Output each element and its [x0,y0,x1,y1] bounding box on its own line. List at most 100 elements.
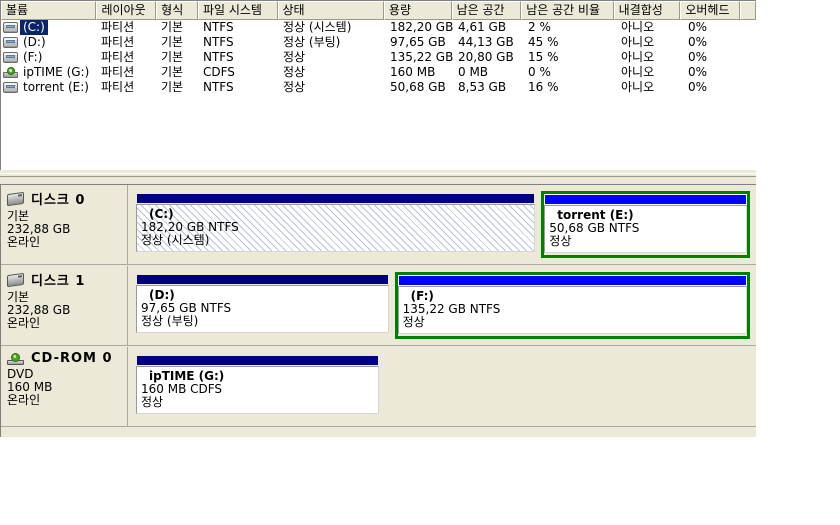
disk-row[interactable]: 디스크 0 기본 232,88 GB 온라인 (C:) 182,20 GB NTFS 정상 … [1,185,756,265]
cell-type: 기본 [161,80,184,94]
partition-details: (D:) 97,65 GB NTFS 정상 (부팅) [136,285,389,333]
cell-volume: torrent (E:) [1,80,97,95]
partition-status: 정상 [141,395,164,409]
cell-overhead: 0% [688,65,708,79]
volume-name: ipTIME (G:) [23,65,90,79]
hdd-icon [3,82,18,93]
column-header-남은 공간 비율[interactable]: 남은 공간 비율 [521,1,614,20]
disk-info[interactable]: CD-ROM 0 DVD 160 MB 온라인 [1,347,128,426]
cell-type: 기본 [161,65,184,79]
cell-overhead: 0% [688,50,708,64]
cell-free: 44,13 GB [458,35,514,49]
disk-row[interactable]: 디스크 1 기본 232,88 GB 온라인 (D:) 97,65 GB NTFS 정상 (… [1,266,756,346]
cell-volume: (D:) [1,35,97,50]
cdrom-drive-icon [7,352,24,365]
cell-fs: NTFS [203,20,234,34]
unallocated-space [385,353,750,420]
table-row[interactable]: torrent (E:) 파티션 기본 NTFS 정상 50,68 GB 8,53 GB 16… [1,80,756,95]
cell-free: 0 MB [458,65,489,79]
partition-details: (C:) 182,20 GB NTFS 정상 (시스템) [136,204,536,252]
cell-status: 정상 (시스템) [283,20,352,34]
column-header-용량[interactable]: 용량 [383,1,452,20]
cell-fs: CDFS [203,65,235,79]
table-row[interactable]: ipTIME (G:) 파티션 기본 CDFS 정상 160 MB 0 MB 0 % 아니오 0% [1,65,756,80]
table-row[interactable]: (D:) 파티션 기본 NTFS 정상 (부팅) 97,65 GB 44,13 GB 45 %… [1,35,756,50]
table-row[interactable]: (C:) 파티션 기본 NTFS 정상 (시스템) 182,20 GB 4,61 GB 2 %… [1,20,756,35]
disk-icon [7,191,24,206]
pane-splitter[interactable] [0,170,756,184]
partition-status: 정상 (부팅) [141,314,199,328]
partition-label: (C:) [149,207,174,221]
cell-fault_tolerance: 아니오 [621,65,655,79]
partition-color-bar [136,274,389,285]
cell-free_pct: 45 % [528,35,559,49]
partition-color-bar [136,193,536,204]
disk-info[interactable]: 디스크 0 기본 232,88 GB 온라인 [1,185,128,264]
cell-capacity: 97,65 GB [390,35,446,49]
cell-free_pct: 16 % [528,80,559,94]
cell-layout: 파티션 [101,50,135,64]
cdrom-icon [3,67,18,78]
cell-capacity: 160 MB [390,65,436,79]
column-header-blank[interactable] [740,1,756,20]
column-header-상태[interactable]: 상태 [277,1,384,20]
partition-size: 135,22 GB NTFS [402,302,501,316]
cell-capacity: 50,68 GB [390,80,446,94]
disk-partitions: (C:) 182,20 GB NTFS 정상 (시스템) torrent (E:) 50… [128,185,756,264]
partition-block[interactable]: (D:) 97,65 GB NTFS 정상 (부팅) [134,272,391,339]
column-header-오버헤드[interactable]: 오버헤드 [680,1,741,20]
volume-list-pane[interactable]: 볼륨 레이아웃 형식 파일 시스템 상태 용량 남은 공간 남은 공간 비율 내결합성 오버헤드 … [0,0,756,170]
disk-row[interactable]: CD-ROM 0 DVD 160 MB 온라인 ipTIME (G:) 160 MB CD… [1,347,756,427]
cell-fault_tolerance: 아니오 [621,50,655,64]
disk-state: 온라인 [7,235,41,249]
cell-layout: 파티션 [101,80,135,94]
cell-volume: ipTIME (G:) [1,65,97,80]
cell-capacity: 135,22 GB [390,50,454,64]
partition-block[interactable]: (C:) 182,20 GB NTFS 정상 (시스템) [134,191,538,258]
partition-block[interactable]: ipTIME (G:) 160 MB CDFS 정상 [134,353,381,420]
disk-name: 디스크 1 [31,274,86,289]
cell-overhead: 0% [688,80,708,94]
disk-state: 온라인 [7,393,41,407]
cell-overhead: 0% [688,35,708,49]
disk-title: 디스크 0 [7,189,127,208]
cell-status: 정상 (부팅) [283,35,341,49]
partition-details: (F:) 135,22 GB NTFS 정상 [397,286,747,334]
partition-details: ipTIME (G:) 160 MB CDFS 정상 [136,366,379,414]
cell-volume: (C:) [1,20,97,35]
partition-status: 정상 [549,234,572,248]
column-header-볼륨[interactable]: 볼륨 [1,1,97,20]
partition-size: 160 MB CDFS [141,382,223,396]
partition-color-bar [136,355,379,366]
disk-name: 디스크 0 [31,193,86,208]
graphical-view-pane[interactable]: 디스크 0 기본 232,88 GB 온라인 (C:) 182,20 GB NTFS 정상 … [0,184,756,437]
column-header-형식[interactable]: 형식 [156,1,198,20]
volume-name: (F:) [23,50,43,64]
column-header-내결합성[interactable]: 내결합성 [613,1,681,20]
partition-color-bar [544,194,747,205]
cell-volume: (F:) [1,50,97,65]
volume-list-rows[interactable]: (C:) 파티션 기본 NTFS 정상 (시스템) 182,20 GB 4,61 GB 2 %… [1,20,756,95]
hdd-icon [3,22,18,33]
cell-type: 기본 [161,50,184,64]
partition-color-bar [397,275,747,286]
hdd-icon [3,37,18,48]
cell-free: 8,53 GB [458,80,507,94]
partition-block[interactable]: torrent (E:) 50,68 GB NTFS 정상 [541,191,750,258]
cell-free_pct: 15 % [528,50,559,64]
cell-type: 기본 [161,35,184,49]
column-header-파일 시스템[interactable]: 파일 시스템 [197,1,278,20]
cell-fs: NTFS [203,35,234,49]
partition-label: (D:) [149,288,175,302]
cell-overhead: 0% [688,20,708,34]
disk-icon [7,272,24,287]
column-header-남은 공간[interactable]: 남은 공간 [451,1,522,20]
partition-status: 정상 (시스템) [141,233,210,247]
disk-info[interactable]: 디스크 1 기본 232,88 GB 온라인 [1,266,128,345]
table-row[interactable]: (F:) 파티션 기본 NTFS 정상 135,22 GB 20,80 GB 15 % 아니오 0… [1,50,756,65]
column-header-레이아웃[interactable]: 레이아웃 [96,1,157,20]
disk-partitions: ipTIME (G:) 160 MB CDFS 정상 [128,347,756,426]
partition-block[interactable]: (F:) 135,22 GB NTFS 정상 [394,272,750,339]
partition-label: torrent (E:) [557,208,634,222]
disk-title: 디스크 1 [7,270,127,289]
